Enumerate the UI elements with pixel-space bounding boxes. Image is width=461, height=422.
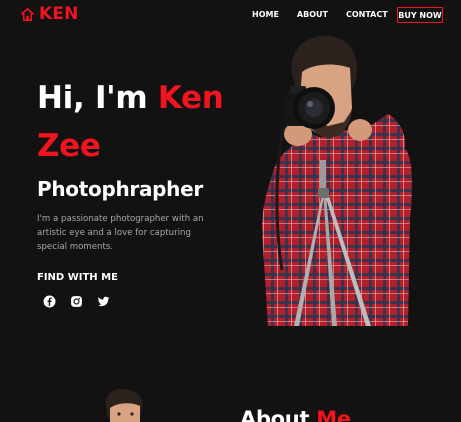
brand-name: KEN bbox=[39, 4, 79, 24]
twitter-link[interactable] bbox=[96, 294, 110, 308]
navbar: KEN HOME ABOUT CONTACT BUY NOW bbox=[0, 0, 461, 32]
facebook-icon bbox=[43, 295, 55, 307]
social-links bbox=[42, 294, 110, 308]
hero-photographer-image bbox=[262, 35, 413, 326]
facebook-link[interactable] bbox=[42, 294, 56, 308]
hero-subtitle: Photophrapher bbox=[37, 177, 203, 201]
instagram-link[interactable] bbox=[69, 294, 83, 308]
hero-name-last: Zee bbox=[37, 128, 101, 164]
hero-greeting: Hi, I'm bbox=[37, 80, 158, 116]
hero-description: I'm a passionate photographer with an ar… bbox=[37, 214, 204, 252]
buy-now-button[interactable]: BUY NOW bbox=[397, 7, 443, 23]
hero-name-first: Ken bbox=[157, 80, 224, 116]
about-title-part2: Me bbox=[316, 407, 351, 422]
hero-title: Hi, I'm Ken Zee bbox=[37, 74, 237, 170]
nav-link-home[interactable]: HOME bbox=[252, 9, 279, 21]
page: KEN HOME ABOUT CONTACT BUY NOW Hi, I'm K… bbox=[0, 0, 461, 422]
nav-links: HOME ABOUT CONTACT bbox=[252, 9, 406, 21]
nav-link-contact[interactable]: CONTACT bbox=[346, 9, 388, 21]
about-title-part1: About bbox=[240, 407, 317, 422]
house-icon bbox=[21, 7, 34, 21]
nav-link-about[interactable]: ABOUT bbox=[297, 9, 328, 21]
about-photo bbox=[105, 388, 143, 422]
about-title: About Me bbox=[240, 407, 351, 422]
twitter-icon bbox=[97, 296, 109, 306]
find-with-me-title: FIND WITH ME bbox=[37, 272, 118, 283]
instagram-icon bbox=[70, 295, 82, 307]
brand-logo[interactable]: KEN bbox=[20, 5, 79, 23]
